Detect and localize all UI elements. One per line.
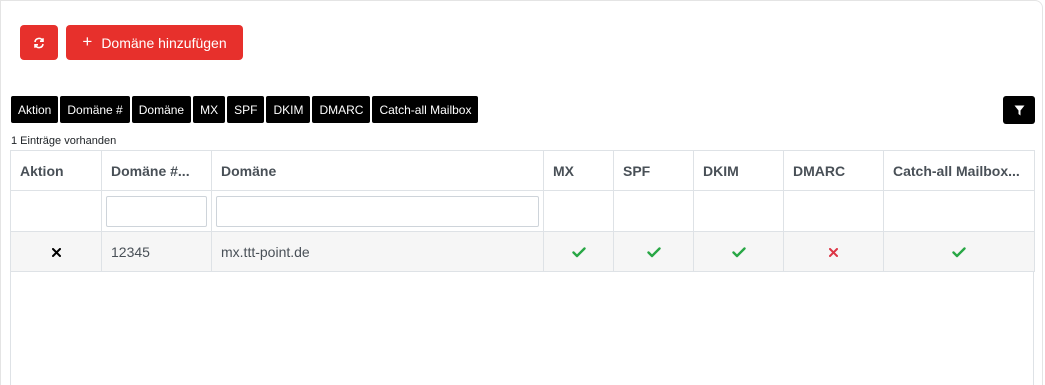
- filter-cell-spf: [613, 190, 694, 232]
- domain-filter-input[interactable]: [216, 195, 539, 227]
- header-domain-id[interactable]: Domäne #...: [101, 150, 212, 191]
- add-domain-button[interactable]: + Domäne hinzufügen: [66, 25, 243, 60]
- spf-cell: [613, 231, 694, 272]
- toggle-column-dkim[interactable]: DKIM: [266, 96, 311, 123]
- check-icon: [646, 247, 661, 258]
- toggle-column-catch-all[interactable]: Catch-all Mailbox: [372, 96, 479, 123]
- header-dmarc[interactable]: DMARC: [783, 150, 884, 191]
- check-icon: [952, 247, 966, 258]
- close-icon[interactable]: [51, 248, 61, 258]
- plus-icon: +: [82, 32, 93, 51]
- fail-icon: [829, 248, 838, 258]
- header-aktion[interactable]: Aktion: [10, 150, 102, 191]
- entries-count: 1 Einträge vorhanden: [11, 135, 117, 147]
- table-row[interactable]: 12345 mx.ttt-point.de: [10, 231, 1035, 272]
- filter-cell-catch-all: [883, 190, 1035, 232]
- filter-cell-mx: [543, 190, 614, 232]
- column-toggle-bar: Aktion Domäne # Domäne MX SPF DKIM DMARC…: [11, 96, 479, 123]
- toggle-column-mx[interactable]: MX: [193, 96, 226, 123]
- domain-cell: mx.ttt-point.de: [211, 231, 544, 272]
- check-icon: [731, 247, 746, 258]
- toggle-column-dmarc[interactable]: DMARC: [312, 96, 371, 123]
- domain-id-cell: 12345: [101, 231, 212, 272]
- toggle-column-domain[interactable]: Domäne: [131, 96, 192, 123]
- refresh-button[interactable]: [20, 25, 58, 60]
- mx-cell: [543, 231, 614, 272]
- dkim-cell: [693, 231, 784, 272]
- filter-row: [10, 190, 1035, 232]
- filter-cell-domain: [211, 190, 544, 232]
- header-mx[interactable]: MX: [543, 150, 614, 191]
- header-dkim[interactable]: DKIM: [693, 150, 784, 191]
- toggle-column-aktion[interactable]: Aktion: [11, 96, 59, 123]
- dmarc-cell: [783, 231, 884, 272]
- table-header-row: Aktion Domäne #... Domäne MX SPF DKIM DM…: [10, 150, 1035, 191]
- toggle-column-spf[interactable]: SPF: [227, 96, 265, 123]
- header-catch-all[interactable]: Catch-all Mailbox...: [883, 150, 1035, 191]
- domain-id-filter-input[interactable]: [106, 195, 207, 227]
- filter-cell-dkim: [693, 190, 784, 232]
- toggle-column-domain-id[interactable]: Domäne #: [60, 96, 130, 123]
- action-cell: [10, 231, 102, 272]
- header-domain[interactable]: Domäne: [211, 150, 544, 191]
- filter-cell-domain-id: [101, 190, 212, 232]
- table-empty-area: [10, 271, 1034, 385]
- check-icon: [571, 247, 586, 258]
- filter-icon: [1014, 105, 1024, 115]
- filter-button[interactable]: [1003, 96, 1035, 124]
- catch-all-cell: [883, 231, 1035, 272]
- refresh-icon: [34, 37, 44, 48]
- header-spf[interactable]: SPF: [613, 150, 694, 191]
- domains-table: Aktion Domäne #... Domäne MX SPF DKIM DM…: [10, 150, 1035, 272]
- add-domain-label: Domäne hinzufügen: [101, 34, 227, 51]
- filter-cell-dmarc: [783, 190, 884, 232]
- filter-cell-aktion: [10, 190, 102, 232]
